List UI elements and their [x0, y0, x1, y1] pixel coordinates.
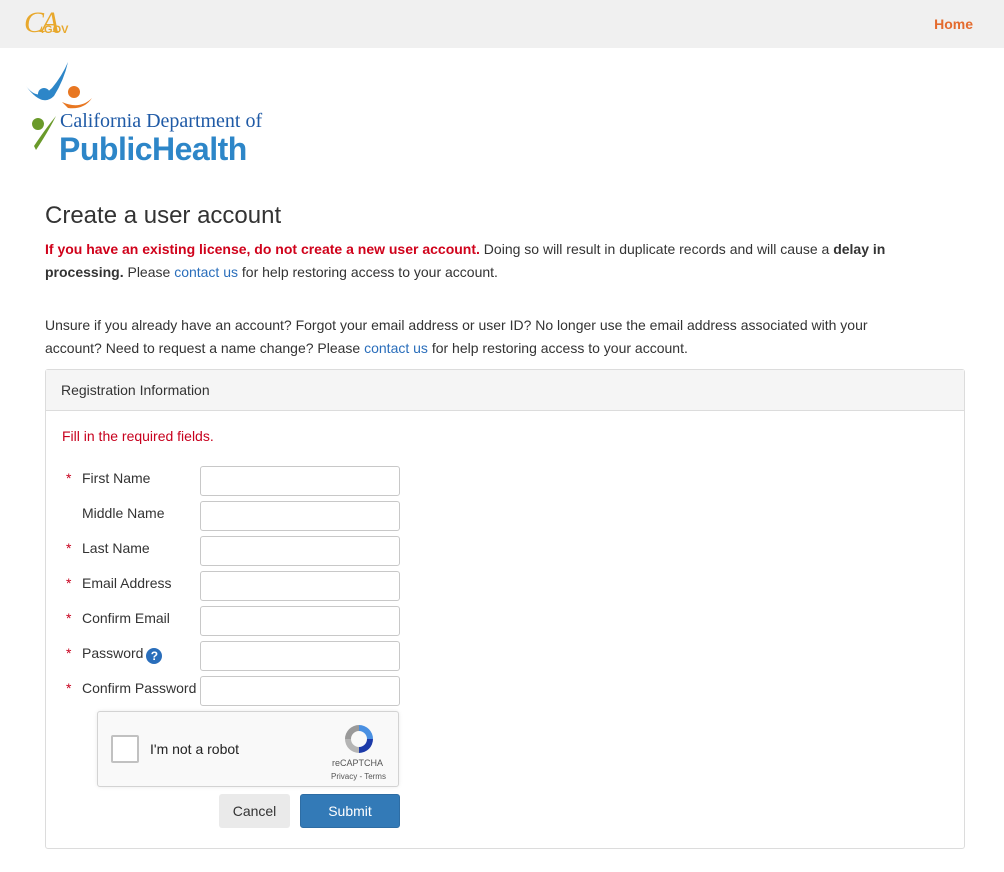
gov-logo-text: .GOV [41, 24, 69, 36]
recaptcha-widget: I'm not a robot reCAPTCHA Privacy - Term… [97, 711, 399, 787]
middle-name-label: Middle Name [82, 505, 165, 521]
password-label: Password [82, 645, 144, 661]
panel-title: Registration Information [46, 370, 964, 411]
contact-us-link[interactable]: contact us [364, 340, 428, 356]
ca-gov-logo[interactable]: CA .GOV [24, 6, 74, 42]
cdph-logo[interactable]: California Department of PublicHealth [24, 58, 296, 168]
contact-us-link[interactable]: contact us [174, 264, 238, 280]
notice-text: for help restoring access to your accoun… [427, 340, 688, 356]
email-label: Email Address [82, 575, 172, 591]
confirm-password-label: Confirm Password [82, 680, 197, 696]
last-name-label: Last Name [82, 540, 150, 556]
registration-panel: Registration Information Fill in the req… [45, 369, 965, 849]
first-name-input[interactable] [200, 466, 400, 496]
last-name-input[interactable] [200, 536, 400, 566]
password-input[interactable] [200, 641, 400, 671]
required-marker: * [66, 470, 72, 486]
confirm-email-input[interactable] [200, 606, 400, 636]
recaptcha-terms-link[interactable]: Privacy - Terms [331, 772, 386, 781]
agency-name-line1: California Department of [60, 110, 263, 132]
help-icon[interactable]: ? [146, 648, 163, 664]
submit-button[interactable]: Submit [300, 794, 400, 828]
required-marker: * [66, 540, 72, 556]
home-link[interactable]: Home [934, 16, 973, 32]
cancel-button[interactable]: Cancel [219, 794, 290, 828]
required-marker: * [66, 680, 72, 696]
confirm-email-label: Confirm Email [82, 610, 170, 626]
email-input[interactable] [200, 571, 400, 601]
recaptcha-checkbox[interactable] [111, 735, 139, 763]
first-name-label: First Name [82, 470, 151, 486]
notice-text: Please [123, 264, 175, 280]
password-label-wrap: Password? [82, 645, 163, 664]
top-bar: CA .GOV Home [0, 0, 1004, 48]
required-marker: * [66, 610, 72, 626]
required-marker: * [66, 575, 72, 591]
notice-text: for help restoring access to your accoun… [238, 264, 498, 280]
middle-name-input[interactable] [200, 501, 400, 531]
page-title: Create a user account [45, 202, 282, 229]
required-fields-note: Fill in the required fields. [62, 428, 214, 444]
account-help-notice: Unsure if you already have an account? F… [45, 314, 925, 360]
recaptcha-label: I'm not a robot [150, 741, 240, 757]
agency-name-line2: PublicHealth [59, 131, 247, 167]
confirm-password-input[interactable] [200, 676, 400, 706]
required-marker: * [66, 645, 72, 661]
existing-license-notice: If you have an existing license, do not … [45, 238, 925, 284]
notice-text: Doing so will result in duplicate record… [479, 241, 834, 257]
recaptcha-brand: reCAPTCHA [332, 758, 384, 768]
recaptcha-icon [345, 725, 373, 753]
notice-warning: If you have an existing license, do not … [45, 241, 480, 257]
